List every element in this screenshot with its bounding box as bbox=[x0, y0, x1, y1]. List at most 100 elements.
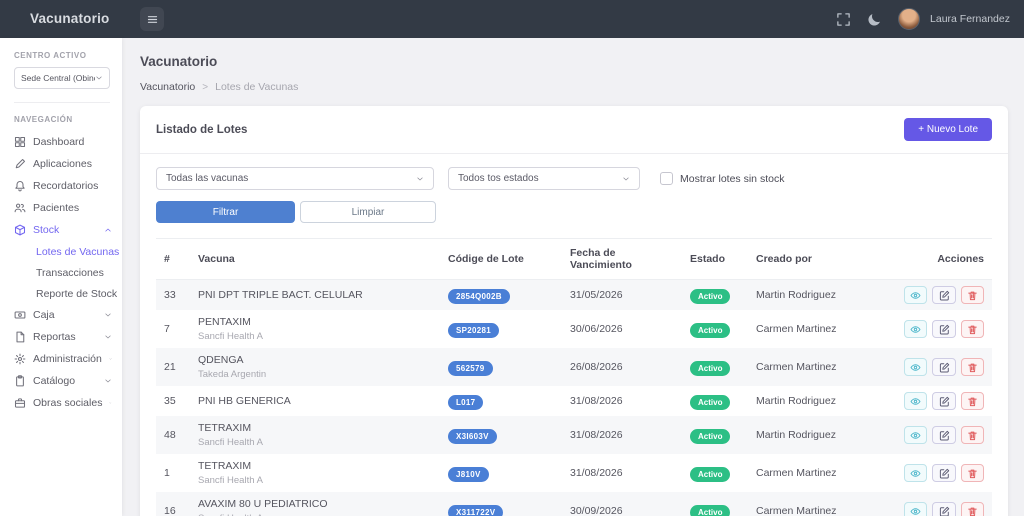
trash-icon bbox=[967, 468, 978, 479]
lot-number: 33 bbox=[156, 280, 190, 311]
status-badge: Activo bbox=[690, 361, 730, 376]
sidebar-item-cat-logo[interactable]: Catálogo bbox=[0, 370, 122, 392]
sidebar-item-caja[interactable]: Caja bbox=[0, 304, 122, 326]
sidebar-item-recordatorios[interactable]: Recordatorios bbox=[0, 175, 122, 197]
delete-button[interactable] bbox=[961, 286, 984, 304]
view-button[interactable] bbox=[904, 464, 927, 482]
edit-button[interactable] bbox=[932, 358, 955, 376]
fullscreen-icon[interactable] bbox=[836, 12, 851, 27]
edit-button[interactable] bbox=[932, 426, 955, 444]
status-select-value: Todos tos estados bbox=[458, 173, 539, 184]
trash-icon bbox=[967, 362, 978, 373]
gear-icon bbox=[14, 353, 26, 365]
status-badge: Activo bbox=[690, 323, 730, 338]
created-by: Carmen Martinez bbox=[748, 492, 896, 516]
delete-button[interactable] bbox=[961, 320, 984, 338]
active-center-block: CENTRO ACTIVO Sede Central (Obinci... bbox=[0, 38, 122, 103]
center-select[interactable]: Sede Central (Obinci... bbox=[14, 67, 110, 89]
chevron-down-icon bbox=[104, 377, 112, 385]
breadcrumb-item-lotes: Lotes de Vacunas bbox=[215, 81, 298, 93]
edit-button[interactable] bbox=[932, 502, 955, 516]
sidebar-subitem-transacciones[interactable]: Transacciones bbox=[0, 262, 122, 283]
status-badge: Activo bbox=[690, 429, 730, 444]
hamburger-menu-button[interactable] bbox=[140, 7, 164, 31]
lot-number: 16 bbox=[156, 492, 190, 516]
edit-button[interactable] bbox=[932, 464, 955, 482]
vaccine-select[interactable]: Todas las vacunas bbox=[156, 167, 434, 190]
vaccine-name: TETRAXIM bbox=[198, 460, 432, 473]
filter-button[interactable]: Filtrar bbox=[156, 201, 295, 223]
moon-icon[interactable] bbox=[867, 12, 882, 27]
breadcrumb-item-vacunatorio[interactable]: Vacunatorio bbox=[140, 81, 195, 93]
clear-button[interactable]: Limpiar bbox=[300, 201, 436, 223]
sidebar-subitem-lotes-de-vacunas[interactable]: Lotes de Vacunas bbox=[0, 241, 122, 262]
view-button[interactable] bbox=[904, 426, 927, 444]
bell-icon bbox=[14, 180, 26, 192]
topbar-right: Laura Fernandez bbox=[836, 8, 1010, 30]
status-badge: Activo bbox=[690, 395, 730, 410]
user-name[interactable]: Laura Fernandez bbox=[930, 13, 1010, 25]
delete-button[interactable] bbox=[961, 358, 984, 376]
chevron-up-icon bbox=[104, 226, 112, 234]
eye-icon bbox=[910, 362, 921, 373]
table-body: 33 PNI DPT TRIPLE BACT. CELULAR 2854Q002… bbox=[156, 280, 992, 516]
view-button[interactable] bbox=[904, 286, 927, 304]
eye-icon bbox=[910, 290, 921, 301]
lot-code-badge: L017 bbox=[448, 395, 483, 410]
new-lot-button[interactable]: + Nuevo Lote bbox=[904, 118, 992, 141]
delete-button[interactable] bbox=[961, 502, 984, 516]
sidebar-subitem-reporte-de-stock[interactable]: Reporte de Stock bbox=[0, 283, 122, 304]
vaccine-select-value: Todas las vacunas bbox=[166, 173, 248, 184]
edit-icon bbox=[939, 506, 950, 516]
edit-icon bbox=[939, 396, 950, 407]
card-title: Listado de Lotes bbox=[156, 124, 247, 136]
view-button[interactable] bbox=[904, 358, 927, 376]
lot-number: 7 bbox=[156, 310, 190, 348]
sidebar-item-pacientes[interactable]: Pacientes bbox=[0, 197, 122, 219]
edit-icon bbox=[939, 430, 950, 441]
table-row: 35 PNI HB GENERICA L017 31/08/2026 Activ… bbox=[156, 386, 992, 416]
expiry-date: 31/05/2026 bbox=[562, 280, 682, 311]
dashboard-icon bbox=[14, 136, 26, 148]
view-button[interactable] bbox=[904, 392, 927, 410]
avatar[interactable] bbox=[898, 8, 920, 30]
chevron-down-icon bbox=[95, 74, 103, 82]
chevron-down-icon bbox=[109, 399, 112, 407]
pen-icon bbox=[14, 158, 26, 170]
row-actions bbox=[904, 358, 984, 376]
box-icon bbox=[14, 224, 26, 236]
edit-button[interactable] bbox=[932, 392, 955, 410]
col-header-actions: Acciones bbox=[896, 239, 992, 280]
delete-button[interactable] bbox=[961, 392, 984, 410]
sidebar-nav-items: Dashboard Aplicaciones Recordatorios Pac… bbox=[0, 131, 122, 414]
show-no-stock-checkbox[interactable] bbox=[660, 172, 673, 185]
view-button[interactable] bbox=[904, 502, 927, 516]
table-header-row: # Vacuna Códige de Lote Fecha de Vancimi… bbox=[156, 239, 992, 280]
sidebar-item-reportas[interactable]: Reportas bbox=[0, 326, 122, 348]
view-button[interactable] bbox=[904, 320, 927, 338]
col-header-expiry: Fecha de Vancimiento bbox=[562, 239, 682, 280]
file-icon bbox=[14, 331, 26, 343]
show-no-stock-option[interactable]: Mostrar lotes sin stock bbox=[660, 172, 784, 185]
sidebar-item-administraci-n[interactable]: Administración bbox=[0, 348, 122, 370]
row-actions bbox=[904, 502, 984, 516]
sidebar-item-stock[interactable]: Stock bbox=[0, 219, 122, 241]
lot-number: 48 bbox=[156, 416, 190, 454]
vaccine-name: AVAXIM 80 U PEDIATRICO bbox=[198, 498, 432, 511]
col-header-num: # bbox=[156, 239, 190, 280]
sidebar-item-aplicaciones[interactable]: Aplicaciones bbox=[0, 153, 122, 175]
lots-table: # Vacuna Códige de Lote Fecha de Vancimi… bbox=[156, 238, 992, 516]
table-row: 1 TETRAXIM Sancfi Health A J810V 31/08/2… bbox=[156, 454, 992, 492]
status-select[interactable]: Todos tos estados bbox=[448, 167, 640, 190]
delete-button[interactable] bbox=[961, 426, 984, 444]
sidebar-item-obras-sociales[interactable]: Obras sociales bbox=[0, 392, 122, 414]
sidebar-item-dashboard[interactable]: Dashboard bbox=[0, 131, 122, 153]
delete-button[interactable] bbox=[961, 464, 984, 482]
chevron-down-icon bbox=[416, 175, 424, 183]
col-header-vaccine: Vacuna bbox=[190, 239, 440, 280]
briefcase-icon bbox=[14, 397, 26, 409]
trash-icon bbox=[967, 430, 978, 441]
created-by: Martin Rodriguez bbox=[748, 386, 896, 416]
edit-button[interactable] bbox=[932, 320, 955, 338]
edit-button[interactable] bbox=[932, 286, 955, 304]
